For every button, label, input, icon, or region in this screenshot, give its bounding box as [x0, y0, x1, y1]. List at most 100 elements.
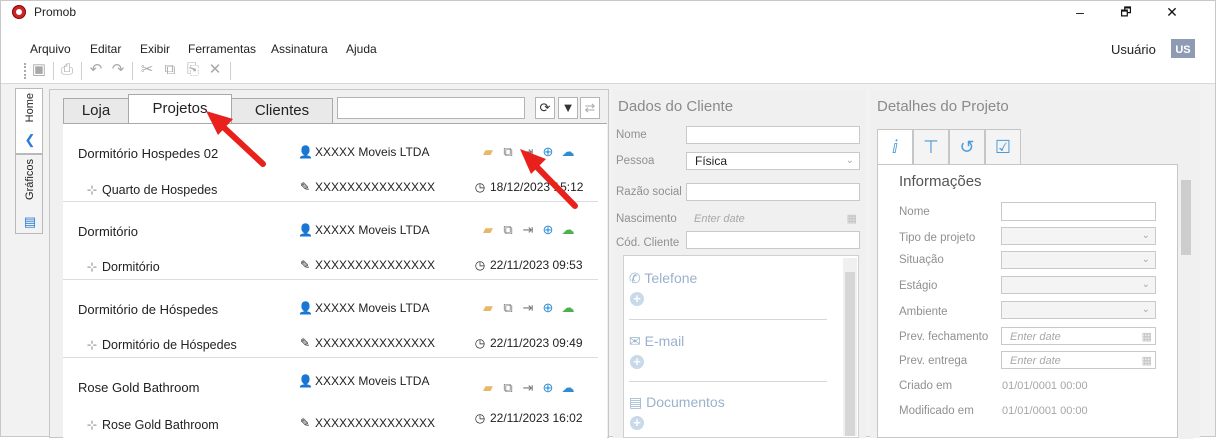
calendar-icon[interactable]: ▦ [847, 211, 857, 227]
cloud-icon[interactable]: ☁ [560, 222, 576, 238]
prev-fechamento-field[interactable]: Enter date ▦ [1001, 327, 1156, 345]
info-icon[interactable]: ⅈ [877, 129, 913, 165]
open-folder-icon[interactable]: ▰ [480, 300, 496, 316]
document-icon: ▤ [629, 394, 643, 410]
export-icon[interactable]: ⇥ [520, 380, 536, 396]
cod-field[interactable] [686, 231, 860, 249]
add-ambiente-icon[interactable]: ⊕ [540, 300, 556, 316]
client-name: XXXXX Moveis LTDA [315, 145, 430, 159]
razao-label: Razão social [616, 186, 682, 198]
export-icon[interactable]: ⇥ [520, 144, 536, 160]
add-ambiente-icon[interactable]: ⊕ [540, 222, 556, 238]
tab-loja[interactable]: Loja [63, 98, 129, 124]
add-ambiente-icon[interactable]: ⊕ [540, 144, 556, 160]
project-date: ◷ 18/12/2023 15:12 [473, 180, 584, 194]
minimize-button[interactable]: – [1057, 1, 1103, 23]
pessoa-select[interactable]: Física ⌄ [686, 152, 860, 170]
open-folder-icon[interactable]: ▰ [480, 380, 496, 396]
swap-icon[interactable]: ⇄ [580, 97, 600, 119]
menu-ajuda[interactable]: Ajuda [346, 42, 377, 56]
export-icon[interactable]: ⇥ [520, 300, 536, 316]
pessoa-label: Pessoa [616, 155, 655, 167]
project-ambiente: ⊹ Rose Gold Bathroom [85, 417, 219, 432]
contacts-scroll-thumb[interactable] [845, 272, 855, 436]
ambiente-select[interactable]: ⌄ [1001, 301, 1156, 319]
cloud-icon[interactable]: ☁ [560, 380, 576, 396]
cloud-icon[interactable]: ☁ [560, 144, 576, 160]
duplicate-icon[interactable]: ⧉ [500, 144, 516, 160]
duplicate-icon[interactable]: ⧉ [500, 300, 516, 316]
tipo-select[interactable]: ⌄ [1001, 227, 1156, 245]
duplicate-icon[interactable]: ⧉ [500, 222, 516, 238]
menu-ferramentas[interactable]: Ferramentas [188, 42, 256, 56]
print-icon[interactable]: ⎙ [58, 61, 76, 79]
add-ambiente-icon[interactable]: ⊕ [540, 380, 556, 396]
save-icon[interactable]: ▣ [30, 61, 48, 79]
client-name: XXXXX Moveis LTDA [315, 374, 430, 388]
copy-icon[interactable]: ⧉ [161, 61, 179, 79]
calendar-icon[interactable]: ▦ [1142, 353, 1152, 369]
prev-entrega-field[interactable]: Enter date ▦ [1001, 351, 1156, 369]
det-nome-field[interactable] [1001, 202, 1156, 221]
nome-field[interactable] [686, 126, 860, 144]
details-scrollbar[interactable] [1179, 165, 1193, 439]
undo-icon[interactable]: ↶ [87, 61, 105, 79]
list-item[interactable]: Dormitório 👤 XXXXX Moveis LTDA ⊹ Dormitóri… [63, 202, 607, 280]
filter-icon[interactable]: ▼ [558, 97, 578, 119]
pen-icon: ✎ [299, 416, 311, 430]
delete-icon[interactable]: ✕ [206, 61, 224, 79]
search-input[interactable] [337, 97, 525, 119]
open-folder-icon[interactable]: ▰ [480, 222, 496, 238]
tab-projetos[interactable]: Projetos [128, 94, 232, 125]
contacts-scrollbar[interactable] [843, 258, 857, 436]
client-icon: 👤 [298, 223, 313, 237]
clock-icon: ◷ [474, 411, 486, 425]
details-body: Informações Nome Tipo de projeto ⌄ Situa… [877, 164, 1193, 439]
history-icon[interactable]: ↺ [949, 129, 985, 165]
paste-icon[interactable]: ⎘ [184, 61, 202, 79]
details-scroll-thumb[interactable] [1181, 180, 1191, 255]
checklist-icon[interactable]: ☑ [985, 129, 1021, 165]
add-email-icon[interactable]: + [630, 355, 644, 369]
side-tab-graficos[interactable]: Gráficos ▤ [15, 154, 43, 234]
informacoes-heading: Informações [899, 173, 982, 190]
hierarchy-icon[interactable]: ⊤ [913, 129, 949, 165]
maximize-button[interactable]: 🗗 [1103, 1, 1149, 23]
close-button[interactable]: ✕ [1149, 1, 1195, 23]
export-icon[interactable]: ⇥ [520, 222, 536, 238]
menu-editar[interactable]: Editar [90, 42, 121, 56]
modificado-value: 01/01/0001 00:00 [1002, 405, 1088, 417]
date-value: 22/11/2023 16:02 [490, 411, 583, 425]
refresh-icon[interactable]: ⟳ [535, 97, 555, 119]
menu-arquivo[interactable]: Arquivo [30, 42, 71, 56]
toolbar-grip[interactable] [24, 63, 26, 79]
toolbar: ▣ ⎙ ↶ ↷ ✂ ⧉ ⎘ ✕ [1, 58, 1215, 84]
razao-field[interactable] [686, 183, 860, 201]
prev-entrega-placeholder: Enter date [1010, 355, 1061, 367]
list-item[interactable]: Dormitório de Hóspedes 👤 XXXXX Moveis LTD… [63, 280, 607, 358]
tab-clientes[interactable]: Clientes [231, 98, 333, 124]
estagio-select[interactable]: ⌄ [1001, 276, 1156, 294]
list-item[interactable]: Dormitório Hospedes 02 👤 XXXXX Moveis LTD… [63, 124, 607, 202]
mail-icon: ✉ [629, 333, 641, 349]
menu-exibir[interactable]: Exibir [140, 42, 170, 56]
modificado-label: Modificado em [899, 405, 974, 417]
add-documento-icon[interactable]: + [630, 416, 644, 430]
details-tabs: ⅈ ⊤ ↺ ☑ [877, 129, 1177, 165]
project-client: 👤 XXXXX Moveis LTDA [298, 223, 429, 237]
user-label[interactable]: Usuário [1111, 42, 1156, 57]
menu-assinatura[interactable]: Assinatura [271, 42, 328, 56]
project-ambiente: ⊹ Dormitório [85, 259, 160, 274]
cut-icon[interactable]: ✂ [138, 61, 156, 79]
nascimento-field[interactable]: Enter date ▦ [686, 210, 860, 228]
toolbar-separator [230, 62, 231, 80]
list-item[interactable]: Rose Gold Bathroom 👤 XXXXX Moveis LTDA ⊹ R… [63, 358, 607, 436]
duplicate-icon[interactable]: ⧉ [500, 380, 516, 396]
add-telefone-icon[interactable]: + [630, 292, 644, 306]
cloud-icon[interactable]: ☁ [560, 300, 576, 316]
side-tab-home[interactable]: Home ❮ [15, 88, 43, 154]
redo-icon[interactable]: ↷ [109, 61, 127, 79]
open-folder-icon[interactable]: ▰ [480, 144, 496, 160]
calendar-icon[interactable]: ▦ [1142, 329, 1152, 345]
situacao-select[interactable]: ⌄ [1001, 251, 1156, 269]
